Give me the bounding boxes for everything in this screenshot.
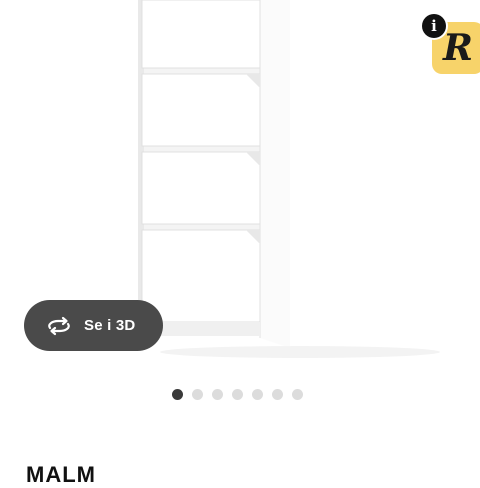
carousel-dot[interactable] — [292, 389, 303, 400]
retailer-badge: R i — [420, 14, 480, 74]
info-icon[interactable]: i — [422, 14, 446, 38]
product-name: MALM — [26, 462, 96, 487]
carousel-dot[interactable] — [192, 389, 203, 400]
rotate-360-icon — [48, 316, 70, 335]
image-carousel-dots — [172, 389, 303, 401]
carousel-dot[interactable] — [232, 389, 243, 400]
drawer-fronts — [141, 0, 261, 323]
view-in-3d-label: Se i 3D — [84, 317, 136, 334]
view-in-3d-button[interactable]: Se i 3D — [24, 300, 163, 351]
carousel-dot[interactable] — [212, 389, 223, 400]
carousel-dot[interactable] — [252, 389, 263, 400]
carousel-dot[interactable] — [172, 389, 183, 400]
carousel-dot[interactable] — [272, 389, 283, 400]
